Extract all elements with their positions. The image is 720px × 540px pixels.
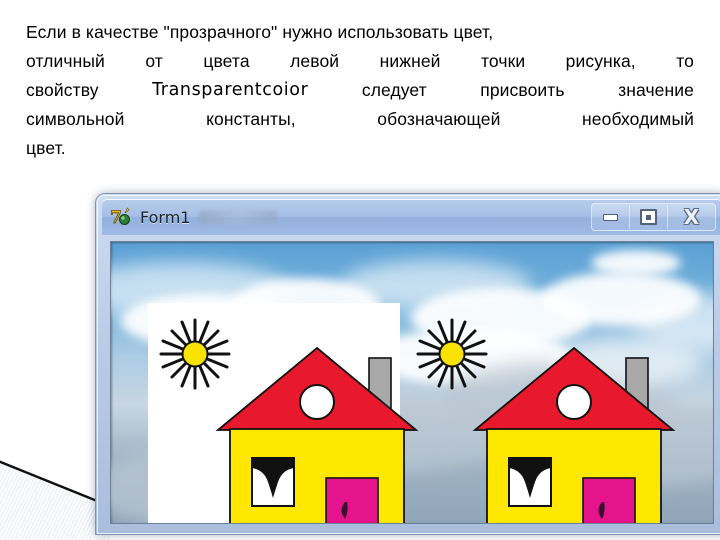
window-controls[interactable]: X [591,203,716,231]
app-window[interactable]: 7 Form1 X [96,194,720,534]
close-button[interactable]: X [668,205,715,229]
text-line-4: символьной константы, обозначающей необх… [26,105,694,134]
window-title: Form1 [140,207,191,227]
text-run: обозначающей [377,109,501,129]
minimize-button[interactable] [592,205,630,229]
text-run: от [145,51,163,71]
text-run: точки [480,51,526,71]
text-run: отличный [26,51,105,71]
house-drawing-transparent [471,340,677,523]
text-run: свойству [26,80,99,100]
minimize-icon [603,213,618,221]
page-corner-artifact [0,440,110,540]
text-run: Если в качестве "прозрачного" нужно испо… [26,22,494,42]
delphi-form-icon: 7 [110,206,132,228]
text-run: следует [361,80,427,100]
text-run: рисунка, [565,51,636,71]
text-run: левой [290,51,340,71]
text-run: цвет. [26,138,66,158]
text-run: необходимый [582,109,694,129]
text-line-1: Если в качестве "прозрачного" нужно испо… [26,18,694,47]
title-bar[interactable]: 7 Form1 X [102,199,720,235]
page-title: Если в качестве "прозрачного" нужно испо… [26,18,694,163]
text-run: нижней [379,51,441,71]
text-line-2: отличный от цвета левой нижней точки рис… [26,47,694,76]
text-run: цвета [203,51,250,71]
diagonal-edge-line [0,460,110,508]
cloud [591,250,681,276]
blurred-title-suffix [199,210,278,224]
text-run: символьной [26,109,125,129]
form-client-area[interactable] [110,241,714,524]
text-line-5: цвет. [26,134,694,163]
text-run: значение [618,80,694,100]
code-term-transparentcolor: Transparentcoior [152,80,309,100]
close-icon: X [683,205,700,229]
text-run: присвоить [480,80,565,100]
text-line-3: свойству Transparentcoior следует присво… [26,76,694,105]
maximize-button[interactable] [630,205,668,229]
house-drawing-opaque [214,340,420,523]
text-run: то [676,51,694,71]
text-run: константы, [206,109,296,129]
maximize-icon [640,209,657,225]
